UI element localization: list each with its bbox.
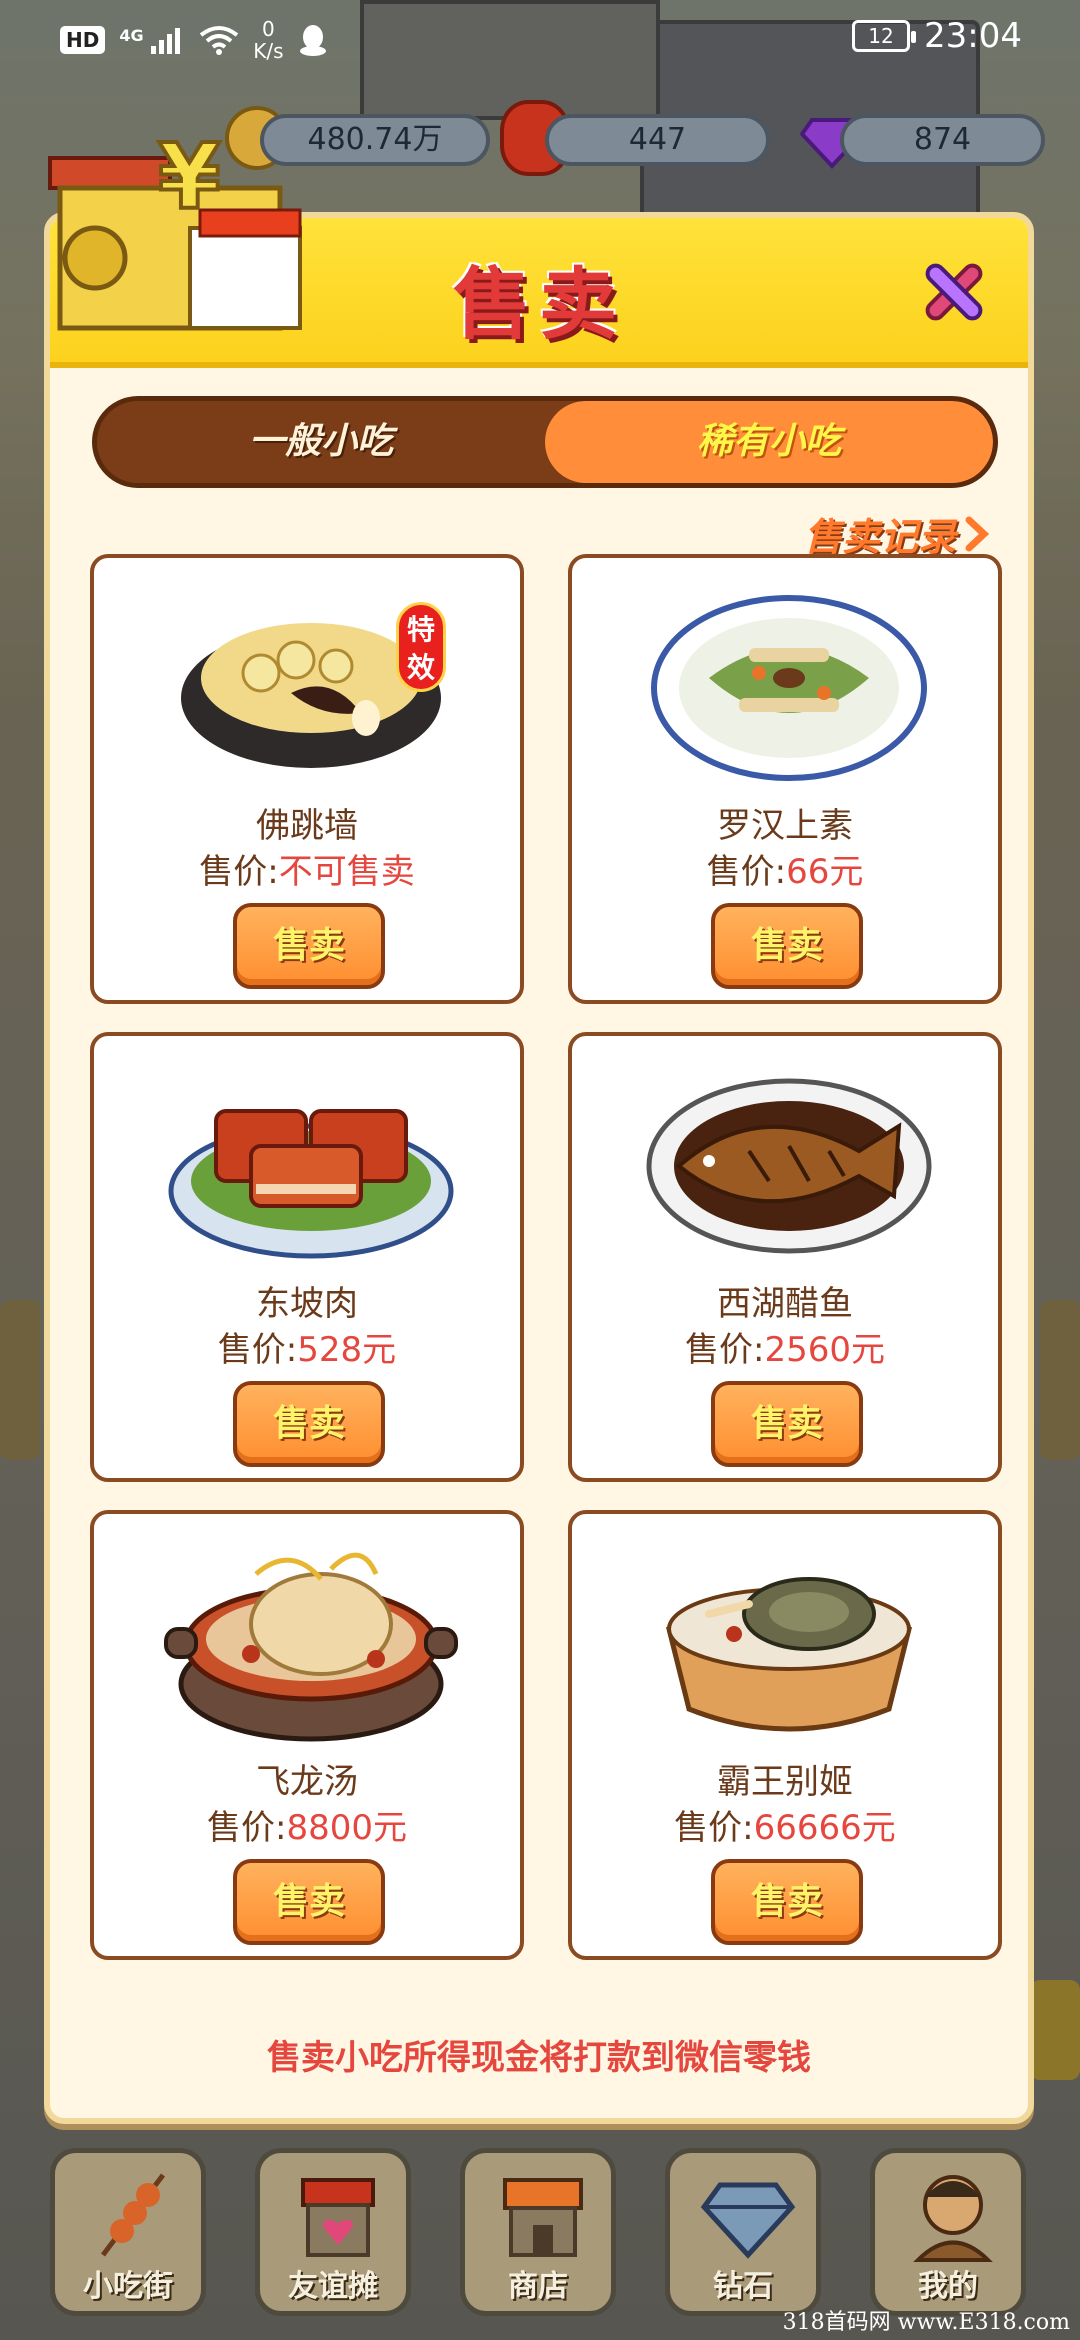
chevron-right-icon xyxy=(965,516,990,551)
bottom-navigation: 小吃街 友谊摊 商店 钻石 我的 318首码网 www.E318.com xyxy=(0,2130,1080,2340)
nav-label: 友谊摊 xyxy=(288,2269,378,2304)
category-tabs: 一般小吃 稀有小吃 xyxy=(92,396,998,488)
sell-button[interactable]: 售卖 xyxy=(233,903,385,989)
nav-shop[interactable]: 商店 xyxy=(460,2148,616,2316)
dish-card: 霸王别姬 售价:66666元 售卖 xyxy=(568,1510,1002,1960)
price-label: 售价: xyxy=(685,1330,765,1370)
diamond-balance: 874 xyxy=(840,114,1045,166)
hd-indicator: HD xyxy=(60,26,106,54)
svg-text:¥: ¥ xyxy=(158,125,221,230)
soup-pot-icon xyxy=(164,1552,458,1742)
effect-badge: 特效 xyxy=(396,602,446,692)
price-value: 528元 xyxy=(297,1330,397,1370)
network-speed: 0 K/s xyxy=(253,18,283,62)
speed-value: 0 xyxy=(262,17,275,41)
dish-name: 飞龙汤 xyxy=(256,1762,358,1802)
dish-price: 售价:66666元 xyxy=(572,1800,998,1849)
tab-common-snacks[interactable]: 一般小吃 xyxy=(97,401,545,483)
sell-button[interactable]: 售卖 xyxy=(711,903,863,989)
signal-icon xyxy=(151,28,181,54)
dish-price: 售价:66元 xyxy=(572,844,998,893)
sales-log-link[interactable]: 售卖记录 xyxy=(804,506,990,561)
dish-name: 霸王别姬 xyxy=(717,1762,853,1802)
price-label: 售价: xyxy=(217,1330,298,1370)
sell-dialog: 售卖 ¥ 一般小吃 稀有小吃 售卖记录 特效 佛跳墙 售价:不可售卖 售卖 罗汉… xyxy=(44,123,1034,2124)
price-value: 不可售卖 xyxy=(278,852,415,892)
wifi-icon xyxy=(200,26,239,55)
nav-label: 我的 xyxy=(918,2269,978,2304)
skewer-icon xyxy=(101,2173,165,2257)
dish-price: 售价:2560元 xyxy=(572,1322,998,1371)
price-label: 售价: xyxy=(706,852,787,892)
dish-name: 东坡肉 xyxy=(256,1284,358,1324)
lantern-balance: 447 xyxy=(545,114,770,166)
dish-grid: 特效 佛跳墙 售价:不可售卖 售卖 罗汉上素 售价:66元 售卖 东坡肉 售价:… xyxy=(90,554,1002,1960)
nav-label: 钻石 xyxy=(713,2269,773,2304)
dish-card: 罗汉上素 售价:66元 售卖 xyxy=(568,554,1002,1004)
payout-note: 售卖小吃所得现金将打款到微信零钱 xyxy=(267,2038,811,2078)
price-value: 66元 xyxy=(786,852,864,892)
sell-button[interactable]: 售卖 xyxy=(233,1381,385,1467)
dish-card: 东坡肉 售价:528元 售卖 xyxy=(90,1032,524,1482)
price-label: 售价: xyxy=(207,1808,287,1848)
profile-icon xyxy=(913,2175,993,2262)
qq-icon xyxy=(299,25,326,56)
fish-dish-icon xyxy=(646,1078,932,1254)
tab-rare-snacks[interactable]: 稀有小吃 xyxy=(545,401,993,483)
shop-icon xyxy=(503,2178,583,2257)
dish-name: 罗汉上素 xyxy=(717,806,853,846)
price-label: 售价: xyxy=(199,852,279,892)
diamond-icon xyxy=(700,2182,796,2259)
nav-snack-street[interactable]: 小吃街 xyxy=(50,2148,206,2316)
nav-label: 小吃街 xyxy=(83,2269,173,2304)
clock: 23:04 xyxy=(924,16,1022,56)
sell-button[interactable]: 售卖 xyxy=(711,1381,863,1467)
price-label: 售价: xyxy=(674,1808,754,1848)
price-value: 2560元 xyxy=(764,1330,885,1370)
close-button[interactable] xyxy=(914,252,994,332)
turtle-soup-icon xyxy=(665,1577,913,1732)
dish-price: 售价:8800元 xyxy=(94,1800,520,1849)
dish-card: 飞龙汤 售价:8800元 售卖 xyxy=(90,1510,524,1960)
price-value: 66666元 xyxy=(753,1808,896,1848)
dish-price: 售价:不可售卖 xyxy=(94,844,520,893)
stall-heart-icon xyxy=(301,2178,375,2257)
dish-name: 西湖醋鱼 xyxy=(717,1284,853,1324)
shop-building-icon: ¥ xyxy=(48,123,302,331)
nav-label: 商店 xyxy=(508,2269,568,2304)
battery-icon: 12 xyxy=(852,20,917,52)
sales-log-label: 售卖记录 xyxy=(803,515,956,559)
nav-profile[interactable]: 我的 xyxy=(870,2148,1026,2316)
network-type-label: 4G xyxy=(119,26,144,45)
vegetable-dish-icon xyxy=(651,595,927,781)
dish-card: 西湖醋鱼 售价:2560元 售卖 xyxy=(568,1032,1002,1482)
nav-diamonds[interactable]: 钻石 xyxy=(665,2148,821,2316)
nav-friendship-stall[interactable]: 友谊摊 xyxy=(255,2148,411,2316)
speed-unit: K/s xyxy=(253,39,284,63)
status-bar: HD 4G 0 K/s 12 23:04 xyxy=(0,0,1080,80)
price-value: 8800元 xyxy=(286,1808,407,1848)
dish-card: 特效 佛跳墙 售价:不可售卖 售卖 xyxy=(90,554,524,1004)
watermark: 318首码网 www.E318.com xyxy=(782,2310,1070,2335)
dish-price: 售价:528元 xyxy=(94,1322,520,1371)
dish-name: 佛跳墙 xyxy=(256,806,358,846)
pork-dish-icon xyxy=(168,1109,454,1259)
sell-button[interactable]: 售卖 xyxy=(233,1859,385,1945)
sell-button[interactable]: 售卖 xyxy=(711,1859,863,1945)
network-indicator: 4G xyxy=(119,26,185,54)
